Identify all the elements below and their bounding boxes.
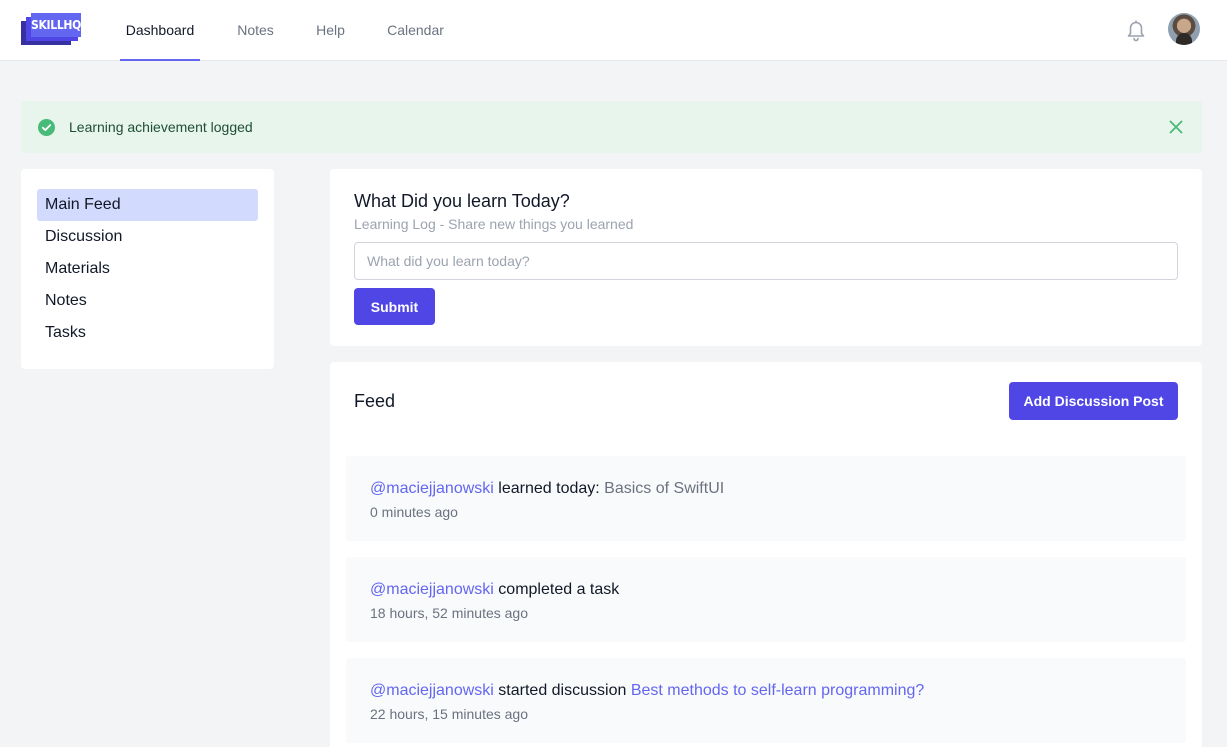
learning-log-subtitle: Learning Log - Share new things you lear…	[354, 216, 634, 232]
check-circle-icon	[38, 119, 55, 136]
sidebar-item-materials[interactable]: Materials	[37, 253, 258, 285]
sidebar-item-notes[interactable]: Notes	[37, 285, 258, 317]
user-avatar[interactable]	[1168, 13, 1200, 45]
skillhq-logo[interactable]: SKILLHQ	[21, 13, 83, 46]
sidebar: Main Feed Discussion Materials Notes Tas…	[21, 169, 274, 369]
learning-log-card: What Did you learn Today? Learning Log -…	[330, 169, 1202, 346]
alert-message: Learning achievement logged	[69, 119, 253, 135]
feed-item-timestamp: 0 minutes ago	[370, 504, 458, 520]
add-discussion-post-button[interactable]: Add Discussion Post	[1009, 382, 1178, 420]
nav-link-dashboard[interactable]: Dashboard	[120, 0, 200, 61]
feed-item-user-link[interactable]: @maciejjanowski	[370, 480, 494, 497]
feed-item-action: started discussion	[498, 682, 627, 699]
feed-item-user-link[interactable]: @maciejjanowski	[370, 581, 494, 598]
feed-item-action: learned today:	[498, 480, 600, 497]
submit-button[interactable]: Submit	[354, 288, 435, 325]
success-alert: Learning achievement logged	[21, 101, 1202, 153]
nav-link-calendar[interactable]: Calendar	[378, 0, 453, 61]
feed-item-action: completed a task	[498, 581, 620, 598]
feed-item-subject: Basics of SwiftUI	[604, 480, 725, 497]
feed-item-timestamp: 22 hours, 15 minutes ago	[370, 706, 528, 722]
sidebar-item-tasks[interactable]: Tasks	[37, 317, 258, 349]
feed-item-user-link[interactable]: @maciejjanowski	[370, 682, 494, 699]
bell-icon[interactable]	[1125, 18, 1147, 42]
feed-item-line: @maciejjanowski learned today: Basics of…	[370, 480, 724, 498]
feed-item-line: @maciejjanowski started discussion Best …	[370, 682, 924, 700]
close-icon[interactable]	[1167, 118, 1185, 136]
learning-log-title: What Did you learn Today?	[354, 191, 570, 211]
feed-item: @maciejjanowski completed a task 18 hour…	[346, 557, 1186, 642]
learning-log-input[interactable]	[354, 242, 1178, 280]
sidebar-item-main-feed[interactable]: Main Feed	[37, 189, 258, 221]
feed-item-line: @maciejjanowski completed a task	[370, 581, 619, 599]
nav-link-help[interactable]: Help	[307, 0, 354, 61]
sidebar-item-discussion[interactable]: Discussion	[37, 221, 258, 253]
top-navbar: SKILLHQ Dashboard Notes Help Calendar	[0, 0, 1227, 61]
nav-link-notes[interactable]: Notes	[228, 0, 283, 61]
feed-item-discussion-link[interactable]: Best methods to self-learn programming?	[631, 682, 924, 699]
feed-item: @maciejjanowski started discussion Best …	[346, 658, 1186, 743]
feed-title: Feed	[354, 391, 396, 411]
feed-item-timestamp: 18 hours, 52 minutes ago	[370, 605, 528, 621]
logo-wordmark: SKILLHQ	[31, 13, 81, 37]
feed-card: Feed Add Discussion Post @maciejjanowski…	[330, 362, 1202, 747]
feed-item: @maciejjanowski learned today: Basics of…	[346, 456, 1186, 541]
